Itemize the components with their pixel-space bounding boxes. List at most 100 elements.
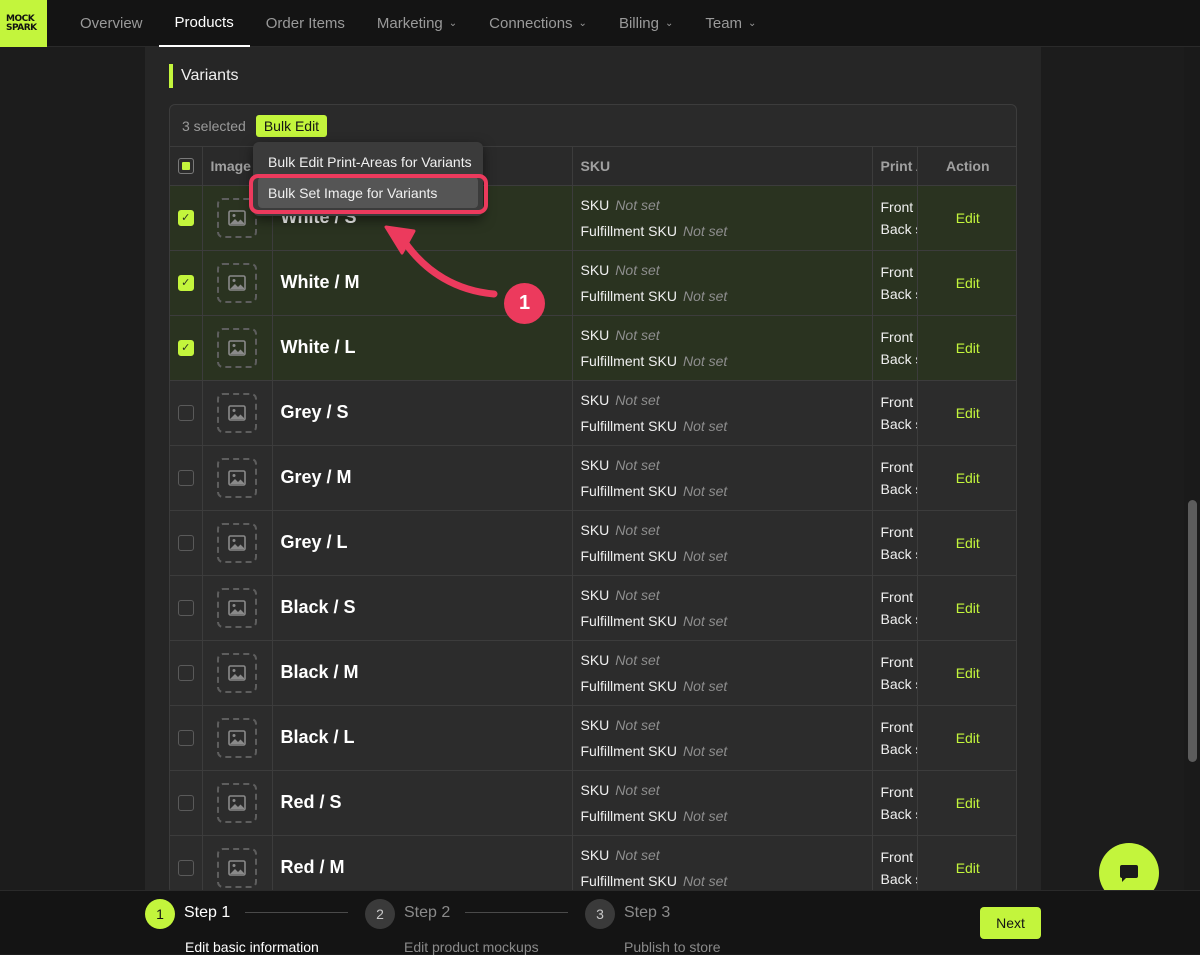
scrollbar-thumb[interactable]: [1188, 500, 1197, 762]
variant-name: Red / S: [272, 770, 573, 836]
row-select-cell: ✓: [170, 315, 203, 381]
table-row[interactable]: Red / S SKU Not set Fulfillment SKU Not set F…: [170, 770, 1016, 836]
fulfillment-sku-value: Not set: [682, 417, 728, 434]
page-scrollbar[interactable]: [1184, 47, 1200, 954]
sku-value: Not set: [615, 651, 660, 668]
step-divider: [245, 912, 348, 913]
fulfillment-sku-label: Fulfillment SKU: [580, 612, 677, 629]
row-checkbox[interactable]: [177, 729, 194, 746]
nav-connections[interactable]: Connections ⌄: [473, 0, 603, 47]
edit-link[interactable]: Edit: [956, 665, 980, 681]
image-placeholder[interactable]: [217, 652, 257, 693]
edit-link[interactable]: Edit: [956, 860, 980, 876]
table-row[interactable]: Black / M SKU Not set Fulfillment SKU Not se…: [170, 640, 1016, 706]
table-row[interactable]: Grey / S SKU Not set Fulfillment SKU Not set…: [170, 380, 1016, 446]
image-placeholder[interactable]: [217, 327, 257, 368]
logo[interactable]: MOCK SPARK: [0, 0, 47, 47]
sku-cell: SKU Not set Fulfillment SKU Not set: [572, 640, 873, 706]
sku-label: SKU: [580, 716, 610, 733]
step-2-number: 2: [365, 899, 395, 929]
nav-products[interactable]: Products: [158, 0, 250, 47]
bulk-edit-button[interactable]: Bulk Edit: [255, 114, 328, 137]
edit-link[interactable]: Edit: [956, 730, 980, 746]
edit-link[interactable]: Edit: [956, 275, 980, 291]
fulfillment-sku-label: Fulfillment SKU: [580, 807, 677, 824]
sku-label: SKU: [580, 521, 610, 538]
edit-link[interactable]: Edit: [956, 210, 980, 226]
sku-line: SKU Not set: [581, 517, 872, 543]
next-button[interactable]: Next: [980, 907, 1041, 939]
image-placeholder[interactable]: [217, 457, 257, 498]
table-row[interactable]: Grey / L SKU Not set Fulfillment SKU Not set…: [170, 510, 1016, 576]
print-area-back: Back side: [880, 545, 917, 562]
edit-link[interactable]: Edit: [956, 600, 980, 616]
variant-name: Red / M: [272, 835, 573, 893]
row-select-cell: [170, 770, 203, 836]
image-placeholder[interactable]: [217, 522, 257, 563]
sku-label: SKU: [580, 651, 610, 668]
image-placeholder[interactable]: [217, 847, 257, 888]
row-checkbox[interactable]: ✓: [177, 209, 194, 226]
nav-order-items[interactable]: Order Items: [250, 0, 361, 47]
image-icon: [228, 404, 246, 421]
table-row[interactable]: Red / M SKU Not set Fulfillment SKU Not set F…: [170, 835, 1016, 893]
image-placeholder[interactable]: [217, 782, 257, 823]
edit-link[interactable]: Edit: [956, 340, 980, 356]
fulfillment-sku-line: Fulfillment SKU Not set: [581, 478, 872, 504]
table-row[interactable]: Black / L SKU Not set Fulfillment SKU Not se…: [170, 705, 1016, 771]
sku-label: SKU: [580, 196, 610, 213]
selected-count: 3 selected: [182, 117, 246, 134]
edit-link[interactable]: Edit: [956, 535, 980, 551]
print-areas-cell: Front Back side: [872, 705, 918, 771]
nav-team[interactable]: Team ⌄: [689, 0, 772, 47]
nav-billing[interactable]: Billing ⌄: [603, 0, 689, 47]
row-image-cell: [202, 640, 273, 706]
edit-link[interactable]: Edit: [956, 470, 980, 486]
nav-marketing[interactable]: Marketing ⌄: [361, 0, 473, 47]
menu-item-bulk-edit-print-areas[interactable]: Bulk Edit Print-Areas for Variants: [258, 146, 478, 177]
fulfillment-sku-value: Not set: [682, 612, 728, 629]
chevron-down-icon: ⌄: [448, 18, 458, 29]
sku-line: SKU Not set: [581, 647, 872, 673]
sku-line: SKU Not set: [581, 387, 872, 413]
sku-cell: SKU Not set Fulfillment SKU Not set: [572, 445, 873, 511]
table-body: ✓ White / S SKU Not set Fulfillment SKU Not s…: [170, 185, 1016, 893]
image-placeholder[interactable]: [217, 392, 257, 433]
row-checkbox[interactable]: [177, 859, 194, 876]
action-cell: Edit: [917, 640, 1016, 706]
nav-overview[interactable]: Overview: [64, 0, 159, 47]
step-2-desc: Edit product mockups: [404, 939, 539, 955]
row-checkbox[interactable]: [177, 664, 194, 681]
row-checkbox[interactable]: [177, 469, 194, 486]
row-checkbox[interactable]: [177, 534, 194, 551]
print-area-front: Front: [880, 523, 914, 540]
print-areas-cell: Front Back side: [872, 185, 918, 251]
image-placeholder[interactable]: [217, 262, 257, 303]
image-placeholder[interactable]: [217, 587, 257, 628]
edit-link[interactable]: Edit: [956, 795, 980, 811]
print-area-front: Front: [880, 588, 914, 605]
variant-name: Grey / L: [272, 510, 573, 576]
sku-cell: SKU Not set Fulfillment SKU Not set: [572, 510, 873, 576]
row-checkbox[interactable]: [177, 404, 194, 421]
table-row[interactable]: ✓ White / M SKU Not set Fulfillment SKU Not s…: [170, 250, 1016, 316]
sku-value: Not set: [615, 326, 660, 343]
edit-link[interactable]: Edit: [956, 405, 980, 421]
fulfillment-sku-line: Fulfillment SKU Not set: [581, 348, 872, 374]
row-checkbox[interactable]: [177, 794, 194, 811]
sku-value: Not set: [615, 586, 660, 603]
table-row[interactable]: Black / S SKU Not set Fulfillment SKU Not se…: [170, 575, 1016, 641]
row-checkbox[interactable]: ✓: [177, 274, 194, 291]
variants-table: Image SKU Print Areas Action ✓White / SS…: [170, 147, 1016, 893]
image-placeholder[interactable]: [217, 717, 257, 758]
fulfillment-sku-value: Not set: [682, 352, 728, 369]
table-row[interactable]: ✓ White / L SKU Not set Fulfillment SKU Not s…: [170, 315, 1016, 381]
table-row[interactable]: Grey / M SKU Not set Fulfillment SKU Not set…: [170, 445, 1016, 511]
row-checkbox[interactable]: [177, 599, 194, 616]
sku-cell: SKU Not set Fulfillment SKU Not set: [572, 380, 873, 446]
select-all-checkbox[interactable]: [177, 157, 194, 174]
fulfillment-sku-line: Fulfillment SKU Not set: [581, 738, 872, 764]
step-3-number: 3: [585, 899, 615, 929]
row-checkbox[interactable]: ✓: [177, 339, 194, 356]
action-cell: Edit: [917, 510, 1016, 576]
